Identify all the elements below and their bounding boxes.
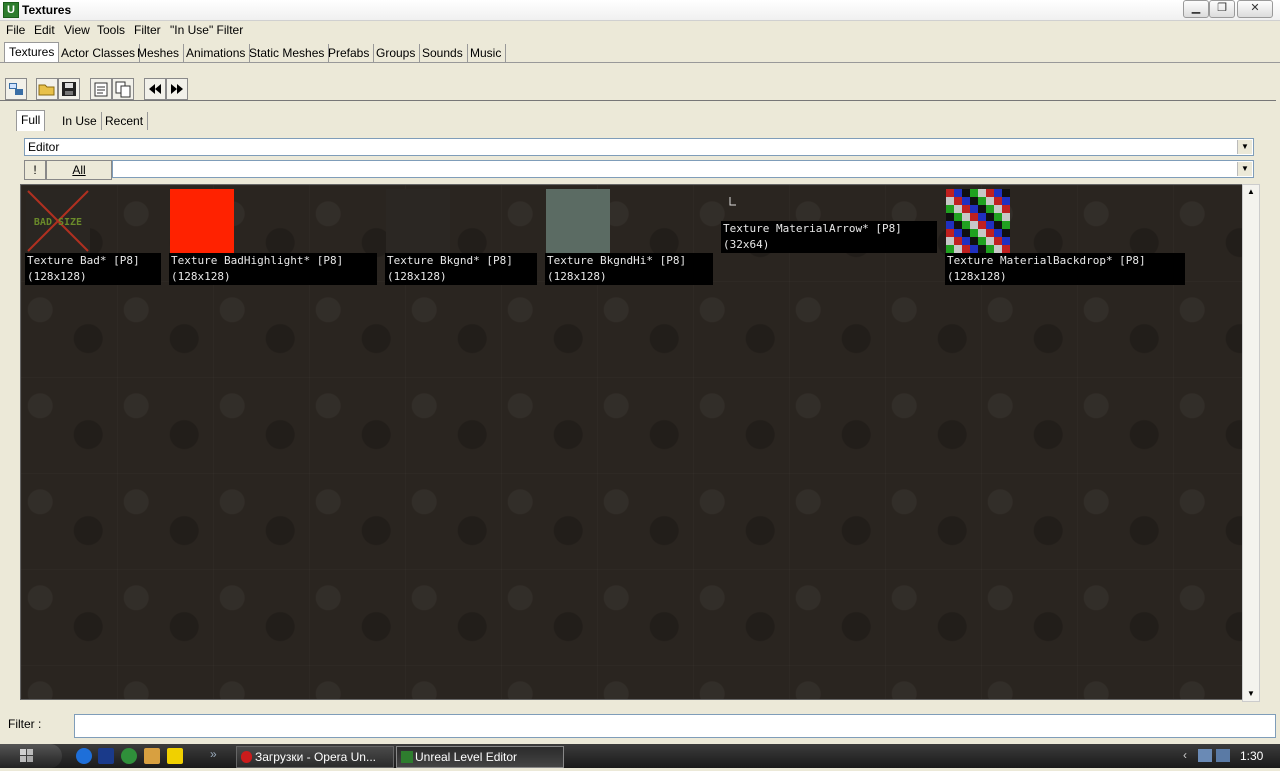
close-button[interactable]: ✕ — [1237, 0, 1273, 18]
sync-icon[interactable] — [5, 78, 27, 100]
texture-label: Texture Bkgnd* [P8] (128x128) — [385, 253, 537, 285]
texture-name: Texture Bad* [P8] — [27, 254, 140, 267]
tab-textures[interactable]: Textures — [4, 42, 60, 63]
texture-size: (128x128) — [171, 270, 231, 283]
network-icon[interactable] — [1198, 749, 1212, 762]
texture-thumb-materialarrow[interactable] — [722, 189, 754, 221]
unreal-icon — [401, 751, 413, 763]
fast-forward-icon[interactable] — [166, 78, 188, 100]
desktop-icon[interactable] — [98, 748, 114, 764]
texture-label: Texture BkgndHi* [P8] (128x128) — [545, 253, 713, 285]
scroll-up-icon[interactable]: ▲ — [1243, 185, 1259, 199]
menu-filter[interactable]: Filter — [134, 23, 161, 37]
ie-icon[interactable] — [76, 748, 92, 764]
texture-name: Texture Bkgnd* [P8] — [387, 254, 513, 267]
taskbar: » Загрузки - Opera Un... Unreal Level Ed… — [0, 744, 1280, 768]
texture-name: Texture BadHighlight* [P8] — [171, 254, 344, 267]
texture-size: (128x128) — [387, 270, 447, 283]
rewind-icon[interactable] — [144, 78, 166, 100]
tab-actor-classes[interactable]: Actor Classes — [57, 44, 141, 62]
texture-size: (128x128) — [547, 270, 607, 283]
open-folder-icon[interactable] — [36, 78, 58, 100]
title-bar: U Textures ▁ ❐ ✕ — [0, 0, 1280, 21]
unreal-app-icon: U — [3, 2, 19, 18]
exclaim-button[interactable]: ! — [24, 160, 46, 180]
tab-divider — [0, 62, 1280, 63]
maximize-button[interactable]: ❐ — [1209, 0, 1235, 18]
tab-prefabs[interactable]: Prefabs — [324, 44, 375, 62]
scroll-down-icon[interactable]: ▼ — [1243, 687, 1259, 701]
tab-static-meshes[interactable]: Static Meshes — [245, 44, 330, 62]
texture-thumb-materialbackdrop[interactable] — [946, 189, 1010, 253]
tab-sounds[interactable]: Sounds — [418, 44, 468, 62]
texture-thumb-bkgndhi[interactable] — [546, 189, 610, 253]
filter-input[interactable] — [74, 714, 1276, 738]
texture-size: (128x128) — [27, 270, 87, 283]
window-title: Textures — [22, 3, 72, 17]
opera-icon — [241, 751, 252, 763]
subtab-in-use[interactable]: In Use — [58, 112, 102, 130]
monitor-icon[interactable] — [1216, 749, 1230, 762]
texture-size: (128x128) — [947, 270, 1007, 283]
task-unreal-editor[interactable]: Unreal Level Editor — [396, 746, 564, 768]
vertical-scrollbar[interactable]: ▲ ▼ — [1242, 184, 1260, 702]
texture-thumb-badhighlight[interactable] — [170, 189, 234, 253]
texture-thumb-bkgnd[interactable] — [386, 189, 450, 253]
app-plus-icon[interactable] — [167, 748, 183, 764]
texture-name: Texture MaterialArrow* [P8] — [723, 222, 902, 235]
texture-name: Texture BkgndHi* [P8] — [547, 254, 687, 267]
texture-label: Texture MaterialArrow* [P8] (32x64) — [721, 221, 937, 253]
start-button[interactable] — [0, 744, 62, 768]
menu-file[interactable]: File — [6, 23, 25, 37]
toolbar-divider — [0, 100, 1276, 101]
utorrent-icon[interactable] — [121, 748, 137, 764]
package-combo-value: Editor — [28, 140, 60, 154]
group-combo[interactable]: ▼ — [112, 160, 1254, 178]
subtab-full[interactable]: Full — [16, 110, 46, 131]
texture-viewport[interactable]: BAD SIZE Texture Bad* [P8] (128x128) Tex… — [20, 184, 1244, 700]
texture-size: (32x64) — [723, 238, 770, 251]
all-button[interactable]: All — [46, 160, 112, 180]
subtab-recent[interactable]: Recent — [101, 112, 149, 130]
task-label: Unreal Level Editor — [415, 750, 518, 764]
quicklaunch-overflow-icon[interactable]: » — [210, 747, 217, 761]
tray-expand-icon[interactable]: ‹ — [1183, 748, 1187, 762]
package-combo[interactable]: Editor ▼ — [24, 138, 1254, 156]
texture-label: Texture MaterialBackdrop* [P8] (128x128) — [945, 253, 1185, 285]
menu-bar: File Edit View Tools Filter "In Use" Fil… — [0, 20, 1280, 40]
folder-icon[interactable] — [144, 748, 160, 764]
texture-thumb-bad[interactable]: BAD SIZE — [26, 189, 90, 253]
copy-icon[interactable] — [112, 78, 134, 100]
chevron-down-icon[interactable]: ▼ — [1237, 162, 1252, 176]
task-opera[interactable]: Загрузки - Opera Un... — [236, 746, 394, 768]
texture-label: Texture BadHighlight* [P8] (128x128) — [169, 253, 377, 285]
menu-in-use-filter[interactable]: "In Use" Filter — [170, 23, 243, 37]
tab-meshes[interactable]: Meshes — [133, 44, 185, 62]
filter-label: Filter : — [8, 717, 42, 731]
chevron-down-icon[interactable]: ▼ — [1237, 140, 1252, 154]
clock: 1:30 — [1240, 749, 1264, 763]
save-icon[interactable] — [58, 78, 80, 100]
task-label: Загрузки - Opera Un... — [255, 750, 376, 764]
properties-icon[interactable] — [90, 78, 112, 100]
menu-view[interactable]: View — [64, 23, 90, 37]
menu-edit[interactable]: Edit — [34, 23, 55, 37]
tab-music[interactable]: Music — [466, 44, 507, 62]
tab-animations[interactable]: Animations — [182, 44, 251, 62]
bad-size-text: BAD SIZE — [34, 217, 82, 228]
tab-groups[interactable]: Groups — [372, 44, 421, 62]
menu-tools[interactable]: Tools — [97, 23, 125, 37]
minimize-button[interactable]: ▁ — [1183, 0, 1209, 18]
texture-name: Texture MaterialBackdrop* [P8] — [947, 254, 1146, 267]
texture-label: Texture Bad* [P8] (128x128) — [25, 253, 161, 285]
